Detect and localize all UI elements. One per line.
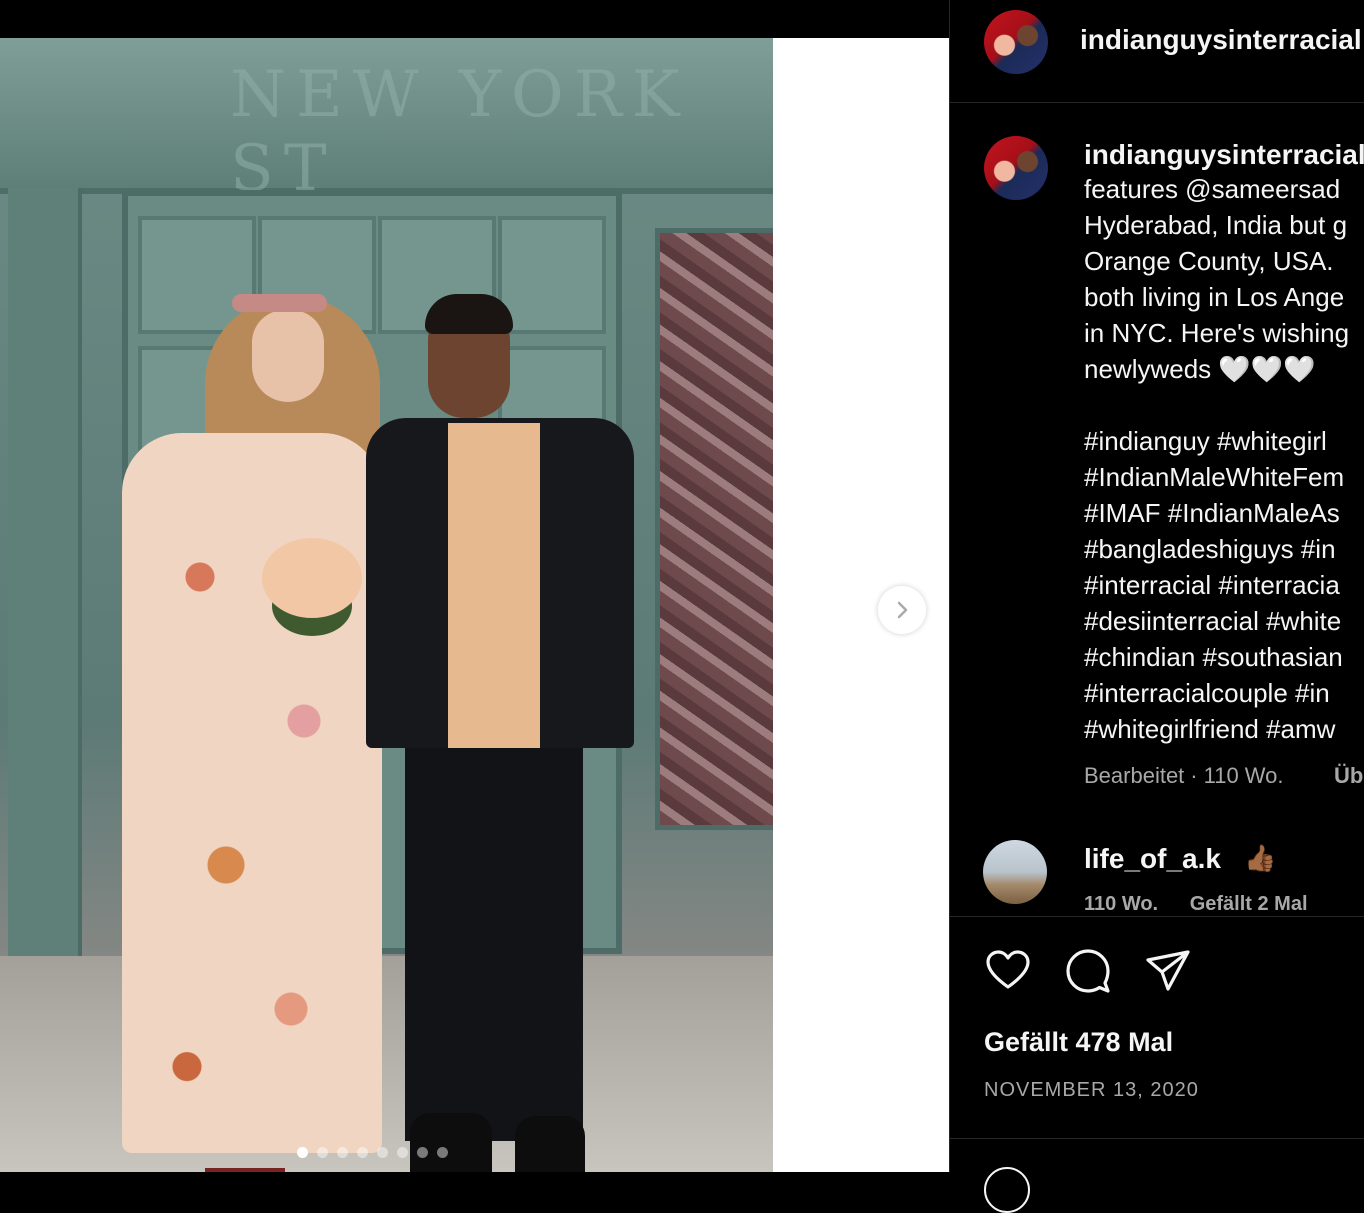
edited-label: Bearbeitet: [1084, 763, 1185, 788]
carousel-dot[interactable]: [317, 1147, 328, 1158]
comment-input-bar: [950, 1138, 1364, 1213]
post-header: indianguysinterracial: [950, 0, 1364, 103]
paper-plane-icon[interactable]: [1144, 947, 1192, 995]
header-username[interactable]: indianguysinterracial: [1080, 24, 1362, 56]
carousel-dot[interactable]: [357, 1147, 368, 1158]
post-date: NOVEMBER 13, 2020: [984, 1079, 1199, 1101]
likes-count[interactable]: Gefällt 478 Mal: [984, 1027, 1173, 1058]
caption-avatar[interactable]: [984, 136, 1048, 200]
caption-meta: Bearbeitet · 110 Wo. Üb: [1084, 763, 1364, 788]
caption-text: features @sameersad Hyderabad, India but…: [1084, 174, 1350, 384]
avatar[interactable]: [984, 10, 1048, 74]
marble-plaque: [655, 228, 773, 830]
carousel-dots: [297, 1147, 448, 1158]
translate-link[interactable]: Üb: [1334, 763, 1363, 789]
caption-hashtags[interactable]: #indianguy #whitegirl #IndianMaleWhiteFe…: [1084, 423, 1344, 747]
carousel-next-button[interactable]: [878, 586, 926, 634]
stone-column: [8, 188, 82, 958]
carousel-dot[interactable]: [337, 1147, 348, 1158]
floral-dress: [122, 433, 382, 1153]
comment-text: 👍🏾: [1244, 843, 1277, 873]
heart-icon[interactable]: [984, 947, 1032, 995]
current-user-avatar[interactable]: [984, 1167, 1030, 1213]
woman-face: [252, 310, 324, 402]
caption-section: indianguysinterracial features @sameersa…: [950, 103, 1364, 915]
comment-bubble-icon[interactable]: [1064, 947, 1112, 995]
comment-meta: 110 Wo. Gefällt 2 Mal: [1084, 893, 1308, 915]
carousel-dot[interactable]: [437, 1147, 448, 1158]
chevron-right-icon: [897, 601, 908, 619]
building-frieze: NEW YORK ST: [0, 38, 773, 206]
comment-username[interactable]: life_of_a.k: [1084, 843, 1221, 875]
caption-username[interactable]: indianguysinterracial: [1084, 139, 1364, 171]
comment-likes[interactable]: Gefällt 2 Mal: [1190, 893, 1308, 915]
bouquet: [262, 538, 362, 618]
comment-age: 110 Wo.: [1084, 893, 1159, 915]
sidewalk: [0, 956, 773, 1172]
carousel-dot[interactable]: [397, 1147, 408, 1158]
carousel-dot[interactable]: [417, 1147, 428, 1158]
post-media: NEW YORK ST: [0, 38, 949, 1172]
engraved-inscription: NEW YORK ST: [230, 58, 690, 206]
post-sidebar: indianguysinterracial indianguysinterrac…: [949, 0, 1364, 1213]
post-age: 110 Wo.: [1203, 763, 1284, 788]
carousel-dot[interactable]: [377, 1147, 388, 1158]
post-photo[interactable]: NEW YORK ST: [0, 38, 773, 1172]
comment-avatar[interactable]: [983, 840, 1047, 904]
action-bar: Gefällt 478 Mal NOVEMBER 13, 2020: [950, 916, 1364, 1139]
carousel-dot[interactable]: [297, 1147, 308, 1158]
